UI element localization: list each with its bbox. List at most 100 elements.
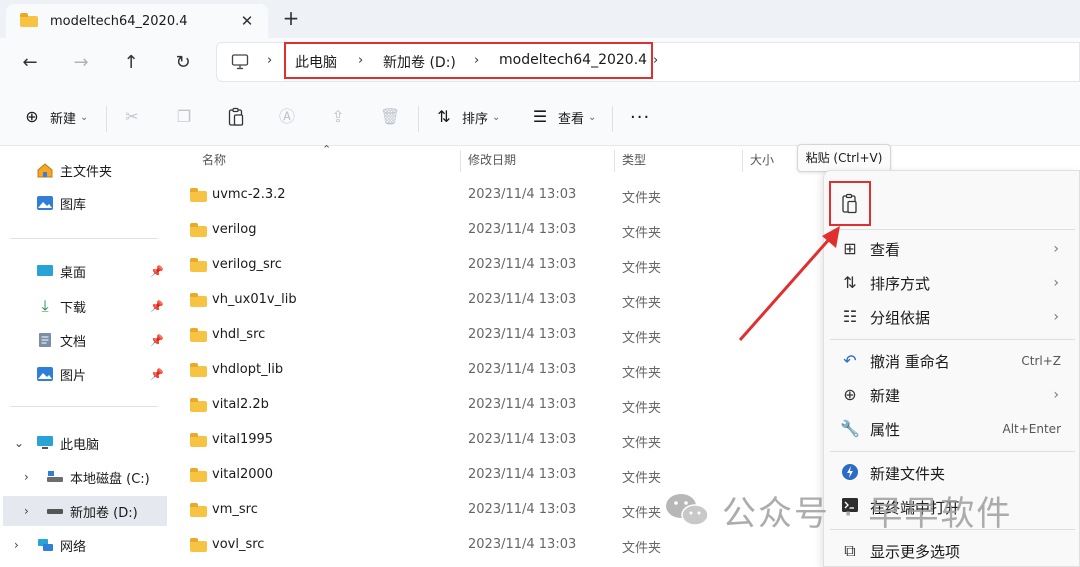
column-divider[interactable] bbox=[460, 150, 461, 172]
menu-item-label: 属性 bbox=[870, 420, 901, 439]
folder-icon bbox=[190, 223, 207, 237]
breadcrumb-separator: › bbox=[267, 53, 273, 68]
watermark-text: 公众号 · 早早软件 bbox=[722, 493, 1013, 534]
column-header-name[interactable]: 名称 bbox=[202, 151, 226, 168]
file-date: 2023/11/4 13:03 bbox=[468, 187, 577, 202]
new-button[interactable]: ⊕ 新建 ⌄ bbox=[22, 105, 88, 129]
menu-item-undo-rename[interactable]: ↶ 撤消 重命名 Ctrl+Z bbox=[824, 344, 1080, 378]
menu-item-view[interactable]: ⊞ 查看 › bbox=[824, 232, 1080, 266]
close-tab-icon[interactable]: ✕ bbox=[237, 11, 257, 31]
table-row[interactable]: vhdl_src 2023/11/4 13:03 文件夹 bbox=[172, 318, 820, 353]
table-row[interactable]: vital1995 2023/11/4 13:03 文件夹 bbox=[172, 423, 820, 458]
file-type: 文件夹 bbox=[622, 506, 662, 521]
pin-icon[interactable]: 📌 bbox=[150, 265, 164, 278]
menu-item-label: 分组依据 bbox=[870, 308, 931, 327]
chevron-right-icon[interactable]: › bbox=[24, 470, 29, 484]
chevron-right-icon[interactable]: › bbox=[24, 504, 29, 518]
table-row[interactable]: vital2.2b 2023/11/4 13:03 文件夹 bbox=[172, 388, 820, 423]
refresh-button[interactable]: ↻ bbox=[170, 50, 196, 76]
download-icon: ⤓ bbox=[41, 296, 49, 315]
menu-shortcut: Alt+Enter bbox=[1002, 422, 1061, 436]
folder-icon bbox=[190, 293, 207, 307]
sidebar-item-label: 网络 bbox=[60, 539, 87, 555]
chevron-down-icon[interactable]: ⌄ bbox=[14, 436, 24, 450]
computer-icon bbox=[36, 435, 54, 451]
tab-active[interactable]: modeltech64_2020.4 ✕ bbox=[6, 4, 268, 38]
up-button[interactable]: ↑ bbox=[118, 50, 144, 76]
plus-circle-icon: ⊕ bbox=[25, 107, 39, 126]
sidebar-item-documents[interactable]: 文档 📌 bbox=[0, 325, 172, 355]
sidebar-item-network[interactable]: › 网络 bbox=[0, 530, 172, 560]
more-options-button[interactable]: ··· bbox=[630, 105, 650, 129]
navigation-bar: ← → ↑ ↻ › 此电脑 › 新加卷 (D:) › modeltech64_2… bbox=[0, 38, 1080, 88]
menu-item-show-more-options[interactable]: ⧉ 显示更多选项 bbox=[824, 534, 1080, 567]
copy-button[interactable]: ❐ bbox=[174, 105, 202, 129]
gallery-icon bbox=[36, 195, 54, 211]
column-header-date[interactable]: 修改日期 bbox=[468, 151, 516, 168]
copy-icon: ❐ bbox=[176, 107, 192, 126]
sidebar-item-label: 新加卷 (D:) bbox=[70, 505, 138, 521]
column-divider[interactable] bbox=[614, 150, 615, 172]
file-date: 2023/11/4 13:03 bbox=[468, 292, 577, 307]
back-button[interactable]: ← bbox=[17, 50, 43, 76]
view-button[interactable]: ☰ 查看 ⌄ bbox=[530, 105, 597, 129]
file-name: vh_ux01v_lib bbox=[212, 292, 297, 307]
command-bar: ⊕ 新建 ⌄ ✂ ❐ Ⓐ ⇪ 🗑 ⇅ 排序 ⌄ ☰ 查看 ⌄ ··· bbox=[0, 88, 1080, 146]
delete-button[interactable]: 🗑 bbox=[380, 105, 408, 129]
file-type: 文件夹 bbox=[622, 226, 662, 241]
rename-button[interactable]: Ⓐ bbox=[277, 105, 305, 129]
menu-item-label: 排序方式 bbox=[870, 274, 931, 293]
pin-icon[interactable]: 📌 bbox=[150, 334, 164, 347]
view-lines-icon: ☰ bbox=[532, 107, 548, 126]
menu-divider bbox=[830, 451, 1075, 452]
sidebar-item-drive-c[interactable]: › 本地磁盘 (C:) bbox=[0, 462, 172, 492]
menu-item-group-by[interactable]: ☷ 分组依据 › bbox=[824, 300, 1080, 334]
menu-item-sort-by[interactable]: ⇅ 排序方式 › bbox=[824, 266, 1080, 300]
column-divider[interactable] bbox=[742, 150, 743, 172]
sidebar-item-label: 此电脑 bbox=[60, 437, 100, 453]
menu-item-properties[interactable]: 🔧 属性 Alt+Enter bbox=[824, 412, 1080, 446]
sidebar-item-label: 桌面 bbox=[60, 265, 87, 281]
file-type: 文件夹 bbox=[622, 366, 662, 381]
rename-icon: Ⓐ bbox=[278, 107, 295, 126]
table-row[interactable]: vh_ux01v_lib 2023/11/4 13:03 文件夹 bbox=[172, 283, 820, 318]
sidebar-item-label: 文档 bbox=[60, 334, 87, 350]
sidebar-item-downloads[interactable]: ⤓ 下载 📌 bbox=[0, 291, 172, 321]
sort-button[interactable]: ⇅ 排序 ⌄ bbox=[434, 105, 500, 129]
folder-icon bbox=[190, 398, 207, 412]
pin-icon[interactable]: 📌 bbox=[150, 300, 164, 313]
file-date: 2023/11/4 13:03 bbox=[468, 537, 577, 552]
share-button[interactable]: ⇪ bbox=[328, 105, 356, 129]
file-name: vhdlopt_lib bbox=[212, 362, 284, 377]
cut-button[interactable]: ✂ bbox=[122, 105, 150, 129]
table-row[interactable]: vhdlopt_lib 2023/11/4 13:03 文件夹 bbox=[172, 353, 820, 388]
sidebar-item-gallery[interactable]: 图库 bbox=[0, 188, 172, 218]
new-folder-icon bbox=[840, 463, 860, 483]
sidebar-item-this-pc[interactable]: ⌄ 此电脑 bbox=[0, 428, 172, 458]
column-header-type[interactable]: 类型 bbox=[622, 151, 646, 168]
clipboard-icon bbox=[228, 107, 244, 126]
table-row[interactable]: uvmc-2.3.2 2023/11/4 13:03 文件夹 bbox=[172, 178, 820, 213]
document-icon bbox=[36, 332, 54, 348]
pin-icon[interactable]: 📌 bbox=[150, 368, 164, 381]
navigation-pane: 主文件夹 图库 桌面 📌 ⤓ 下载 📌 文档 📌 图片 📌 ⌄ 此电脑 › 本地… bbox=[0, 146, 172, 567]
table-row[interactable]: verilog_src 2023/11/4 13:03 文件夹 bbox=[172, 248, 820, 283]
folder-icon bbox=[190, 258, 207, 272]
sort-label: 排序 bbox=[462, 111, 489, 127]
breadcrumb-separator[interactable]: › bbox=[653, 53, 658, 68]
chevron-right-icon[interactable]: › bbox=[14, 538, 19, 552]
chevron-right-icon: › bbox=[1053, 241, 1059, 257]
table-row[interactable]: verilog 2023/11/4 13:03 文件夹 bbox=[172, 213, 820, 248]
file-type: 文件夹 bbox=[622, 541, 662, 556]
column-header-size[interactable]: 大小 bbox=[750, 151, 774, 168]
new-tab-button[interactable]: + bbox=[279, 7, 303, 31]
sidebar-item-home[interactable]: 主文件夹 bbox=[0, 155, 172, 185]
sidebar-item-pictures[interactable]: 图片 📌 bbox=[0, 359, 172, 389]
forward-button[interactable]: → bbox=[68, 50, 94, 76]
menu-item-new[interactable]: ⊕ 新建 › bbox=[824, 378, 1080, 412]
sidebar-item-desktop[interactable]: 桌面 📌 bbox=[0, 256, 172, 286]
toolbar-divider bbox=[106, 106, 107, 132]
sidebar-item-drive-d[interactable]: › 新加卷 (D:) bbox=[3, 496, 167, 526]
file-date: 2023/11/4 13:03 bbox=[468, 502, 577, 517]
paste-button[interactable] bbox=[226, 105, 246, 129]
